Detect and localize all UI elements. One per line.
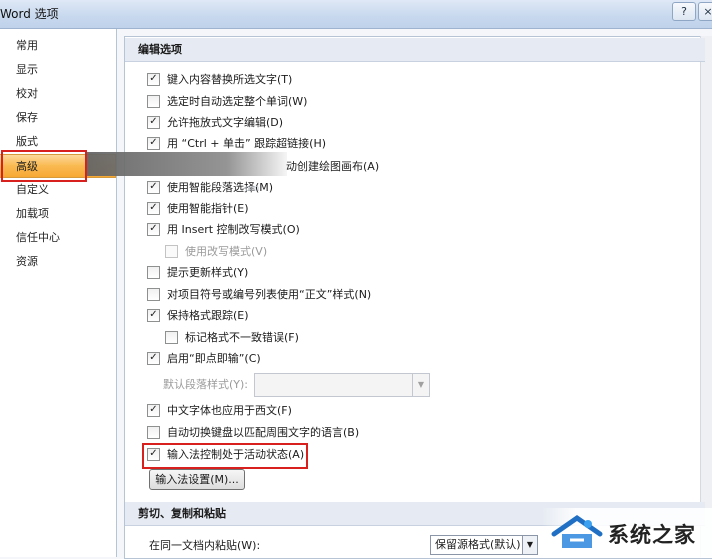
option-label: 标记格式不一致错误(F) bbox=[185, 331, 299, 344]
brand-text: 系统之家 bbox=[608, 523, 696, 547]
option-label: 键入内容替换所选文字(T) bbox=[167, 73, 293, 86]
option-label: 自动切换键盘以匹配周围文字的语言(B) bbox=[167, 426, 360, 439]
option-use-overtype: 使用改写模式(V) bbox=[165, 243, 267, 261]
help-button[interactable]: ? bbox=[672, 2, 696, 21]
option-mark-inconsistencies[interactable]: 标记格式不一致错误(F) bbox=[165, 329, 299, 347]
checkbox[interactable]: ✓ bbox=[147, 72, 160, 86]
nav-item-addins[interactable]: 加载项 bbox=[0, 202, 116, 226]
option-label: 保持格式跟踪(E) bbox=[167, 309, 249, 322]
checkbox[interactable]: ✓ bbox=[147, 136, 160, 150]
option-label: 允许拖放式文字编辑(D) bbox=[167, 116, 284, 129]
nav-item-resources[interactable]: 资源 bbox=[0, 250, 116, 274]
option-insert-overtype[interactable]: ✓ 用 Insert 控制改写模式(O) bbox=[147, 221, 300, 239]
option-smart-cursor[interactable]: ✓ 使用智能指针(E) bbox=[147, 200, 249, 218]
obscured-option-label[interactable]: 动创建绘图画布(A) bbox=[286, 158, 379, 174]
close-button[interactable]: × bbox=[698, 2, 712, 21]
default-paragraph-style-select: ▼ bbox=[254, 373, 430, 397]
option-label: 启用“即点即输”(C) bbox=[167, 352, 261, 365]
paste-within-document-select[interactable]: 保留源格式(默认) ▼ bbox=[430, 535, 538, 555]
paste-within-document-value: 保留源格式(默认) bbox=[435, 538, 521, 551]
window-title: Word 选项 bbox=[0, 7, 59, 21]
option-select-whole-word[interactable]: 选定时自动选定整个单词(W) bbox=[147, 93, 307, 111]
option-label: 使用改写模式(V) bbox=[185, 245, 268, 258]
option-auto-keyboard-switch[interactable]: 自动切换键盘以匹配周围文字的语言(B) bbox=[147, 424, 359, 442]
vertical-scrollbar[interactable] bbox=[700, 36, 712, 557]
nav-item-common[interactable]: 常用 bbox=[0, 34, 116, 58]
checkbox[interactable]: ✓ bbox=[147, 308, 160, 322]
nav-item-trust-center[interactable]: 信任中心 bbox=[0, 226, 116, 250]
option-label: 提示更新样式(Y) bbox=[167, 266, 249, 279]
option-label: 用 Insert 控制改写模式(O) bbox=[167, 223, 300, 236]
watermark-fragment: om bbox=[245, 184, 260, 194]
section-header-edit: 编辑选项 bbox=[125, 38, 705, 62]
option-prompt-update-style[interactable]: 提示更新样式(Y) bbox=[147, 264, 248, 282]
ime-settings-button[interactable]: 输入法设置(M)... bbox=[149, 469, 245, 490]
checkbox[interactable]: ✓ bbox=[147, 222, 160, 236]
checkbox[interactable]: ✓ bbox=[147, 403, 160, 417]
options-nav: 常用 显示 校对 保存 版式 高级 自定义 加载项 信任中心 资源 bbox=[0, 29, 117, 557]
checkbox[interactable] bbox=[147, 425, 160, 439]
option-typing-replaces[interactable]: ✓ 键入内容替换所选文字(T) bbox=[147, 71, 292, 89]
option-chinese-font-western[interactable]: ✓ 中文字体也应用于西文(F) bbox=[147, 402, 292, 420]
checkbox[interactable] bbox=[147, 287, 160, 301]
option-label: 用 “Ctrl + 单击” 跟踪超链接(H) bbox=[167, 137, 327, 150]
option-normal-style-lists[interactable]: 对项目符号或编号列表使用“正文”样式(N) bbox=[147, 286, 371, 304]
highlight-ime-option-box bbox=[142, 443, 308, 469]
chevron-down-icon: ▼ bbox=[412, 374, 429, 396]
checkbox bbox=[165, 244, 178, 258]
nav-item-save[interactable]: 保存 bbox=[0, 106, 116, 130]
highlight-advanced-box bbox=[1, 150, 87, 182]
checkbox[interactable]: ✓ bbox=[147, 180, 160, 194]
option-label: 使用智能指针(E) bbox=[167, 202, 249, 215]
option-keep-track-formatting[interactable]: ✓ 保持格式跟踪(E) bbox=[147, 307, 249, 325]
house-logo-icon bbox=[551, 514, 603, 548]
checkbox[interactable]: ✓ bbox=[147, 115, 160, 129]
default-paragraph-style-label: 默认段落样式(Y): bbox=[163, 378, 249, 391]
nav-item-display[interactable]: 显示 bbox=[0, 58, 116, 82]
option-ctrl-click[interactable]: ✓ 用 “Ctrl + 单击” 跟踪超链接(H) bbox=[147, 135, 326, 153]
chevron-down-icon[interactable]: ▼ bbox=[522, 536, 537, 554]
checkbox[interactable]: ✓ bbox=[147, 351, 160, 365]
checkbox[interactable] bbox=[165, 330, 178, 344]
title-bar: Word 选项 ? × bbox=[0, 0, 712, 29]
option-label: 对项目符号或编号列表使用“正文”样式(N) bbox=[167, 288, 372, 301]
option-drag-drop[interactable]: ✓ 允许拖放式文字编辑(D) bbox=[147, 114, 283, 132]
nav-item-proofing[interactable]: 校对 bbox=[0, 82, 116, 106]
option-label: 选定时自动选定整个单词(W) bbox=[167, 95, 308, 108]
checkbox[interactable]: ✓ bbox=[147, 201, 160, 215]
obscuring-overlay bbox=[87, 152, 287, 176]
option-click-and-type[interactable]: ✓ 启用“即点即输”(C) bbox=[147, 350, 261, 368]
checkbox[interactable] bbox=[147, 94, 160, 108]
checkbox[interactable] bbox=[147, 265, 160, 279]
paste-within-document-label: 在同一文档内粘贴(W): bbox=[149, 539, 261, 552]
option-label: 中文字体也应用于西文(F) bbox=[167, 404, 292, 417]
